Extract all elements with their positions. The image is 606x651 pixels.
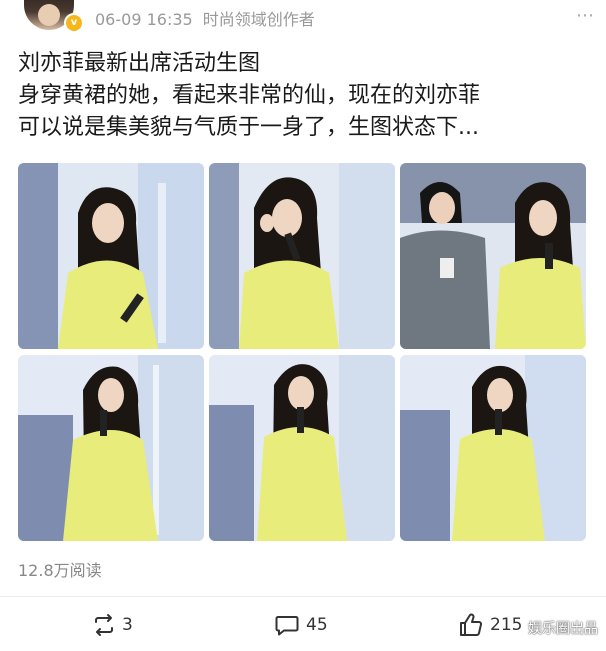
- post-text-line: 刘亦菲最新出席活动生图: [18, 51, 261, 76]
- divider: [0, 596, 606, 597]
- post-meta: 06-09 16:35 时尚领域创作者: [95, 6, 315, 30]
- post-date: 06-09 16:35: [95, 10, 193, 29]
- post-text-line: 身穿黄裙的她，看起来非常的仙，现在的刘亦菲: [18, 83, 481, 108]
- photo-image: [209, 163, 395, 349]
- photo-thumbnail[interactable]: [18, 163, 204, 349]
- photo-thumbnail[interactable]: [400, 163, 586, 349]
- like-count: 215: [490, 615, 523, 635]
- photo-thumbnail[interactable]: [18, 355, 204, 541]
- watermark: 娱乐圈出品: [528, 621, 598, 637]
- avatar-face: [38, 4, 60, 26]
- repost-button[interactable]: 3: [92, 608, 133, 642]
- comment-button[interactable]: 45: [274, 608, 328, 642]
- verified-badge-icon: v: [64, 13, 84, 33]
- repost-count: 3: [122, 615, 133, 635]
- repost-icon: [95, 614, 113, 636]
- photo-thumbnail[interactable]: [209, 163, 395, 349]
- comment-icon: [275, 616, 299, 636]
- photo-image: [400, 355, 586, 541]
- photo-image: [18, 355, 204, 541]
- photo-image: [209, 355, 395, 541]
- photo-image: [400, 163, 586, 349]
- photo-thumbnail[interactable]: [209, 355, 395, 541]
- post-header: v 06-09 16:35 时尚领域创作者 ⋯: [0, 0, 606, 40]
- post-text[interactable]: 刘亦菲最新出席活动生图 身穿黄裙的她，看起来非常的仙，现在的刘亦菲 可以说是集美…: [18, 48, 588, 144]
- like-icon: [460, 613, 483, 636]
- photo-grid: [18, 163, 586, 541]
- photo-thumbnail[interactable]: [400, 355, 586, 541]
- photo-image: [18, 163, 204, 349]
- author-source-label: 时尚领域创作者: [202, 10, 315, 29]
- comment-count: 45: [306, 615, 328, 635]
- view-count: 12.8万阅读: [18, 561, 102, 580]
- like-button[interactable]: 215: [458, 608, 522, 642]
- post-text-line: 可以说是集美貌与气质于一身了，生图状态下...: [18, 115, 479, 140]
- more-icon[interactable]: ⋯: [554, 7, 594, 29]
